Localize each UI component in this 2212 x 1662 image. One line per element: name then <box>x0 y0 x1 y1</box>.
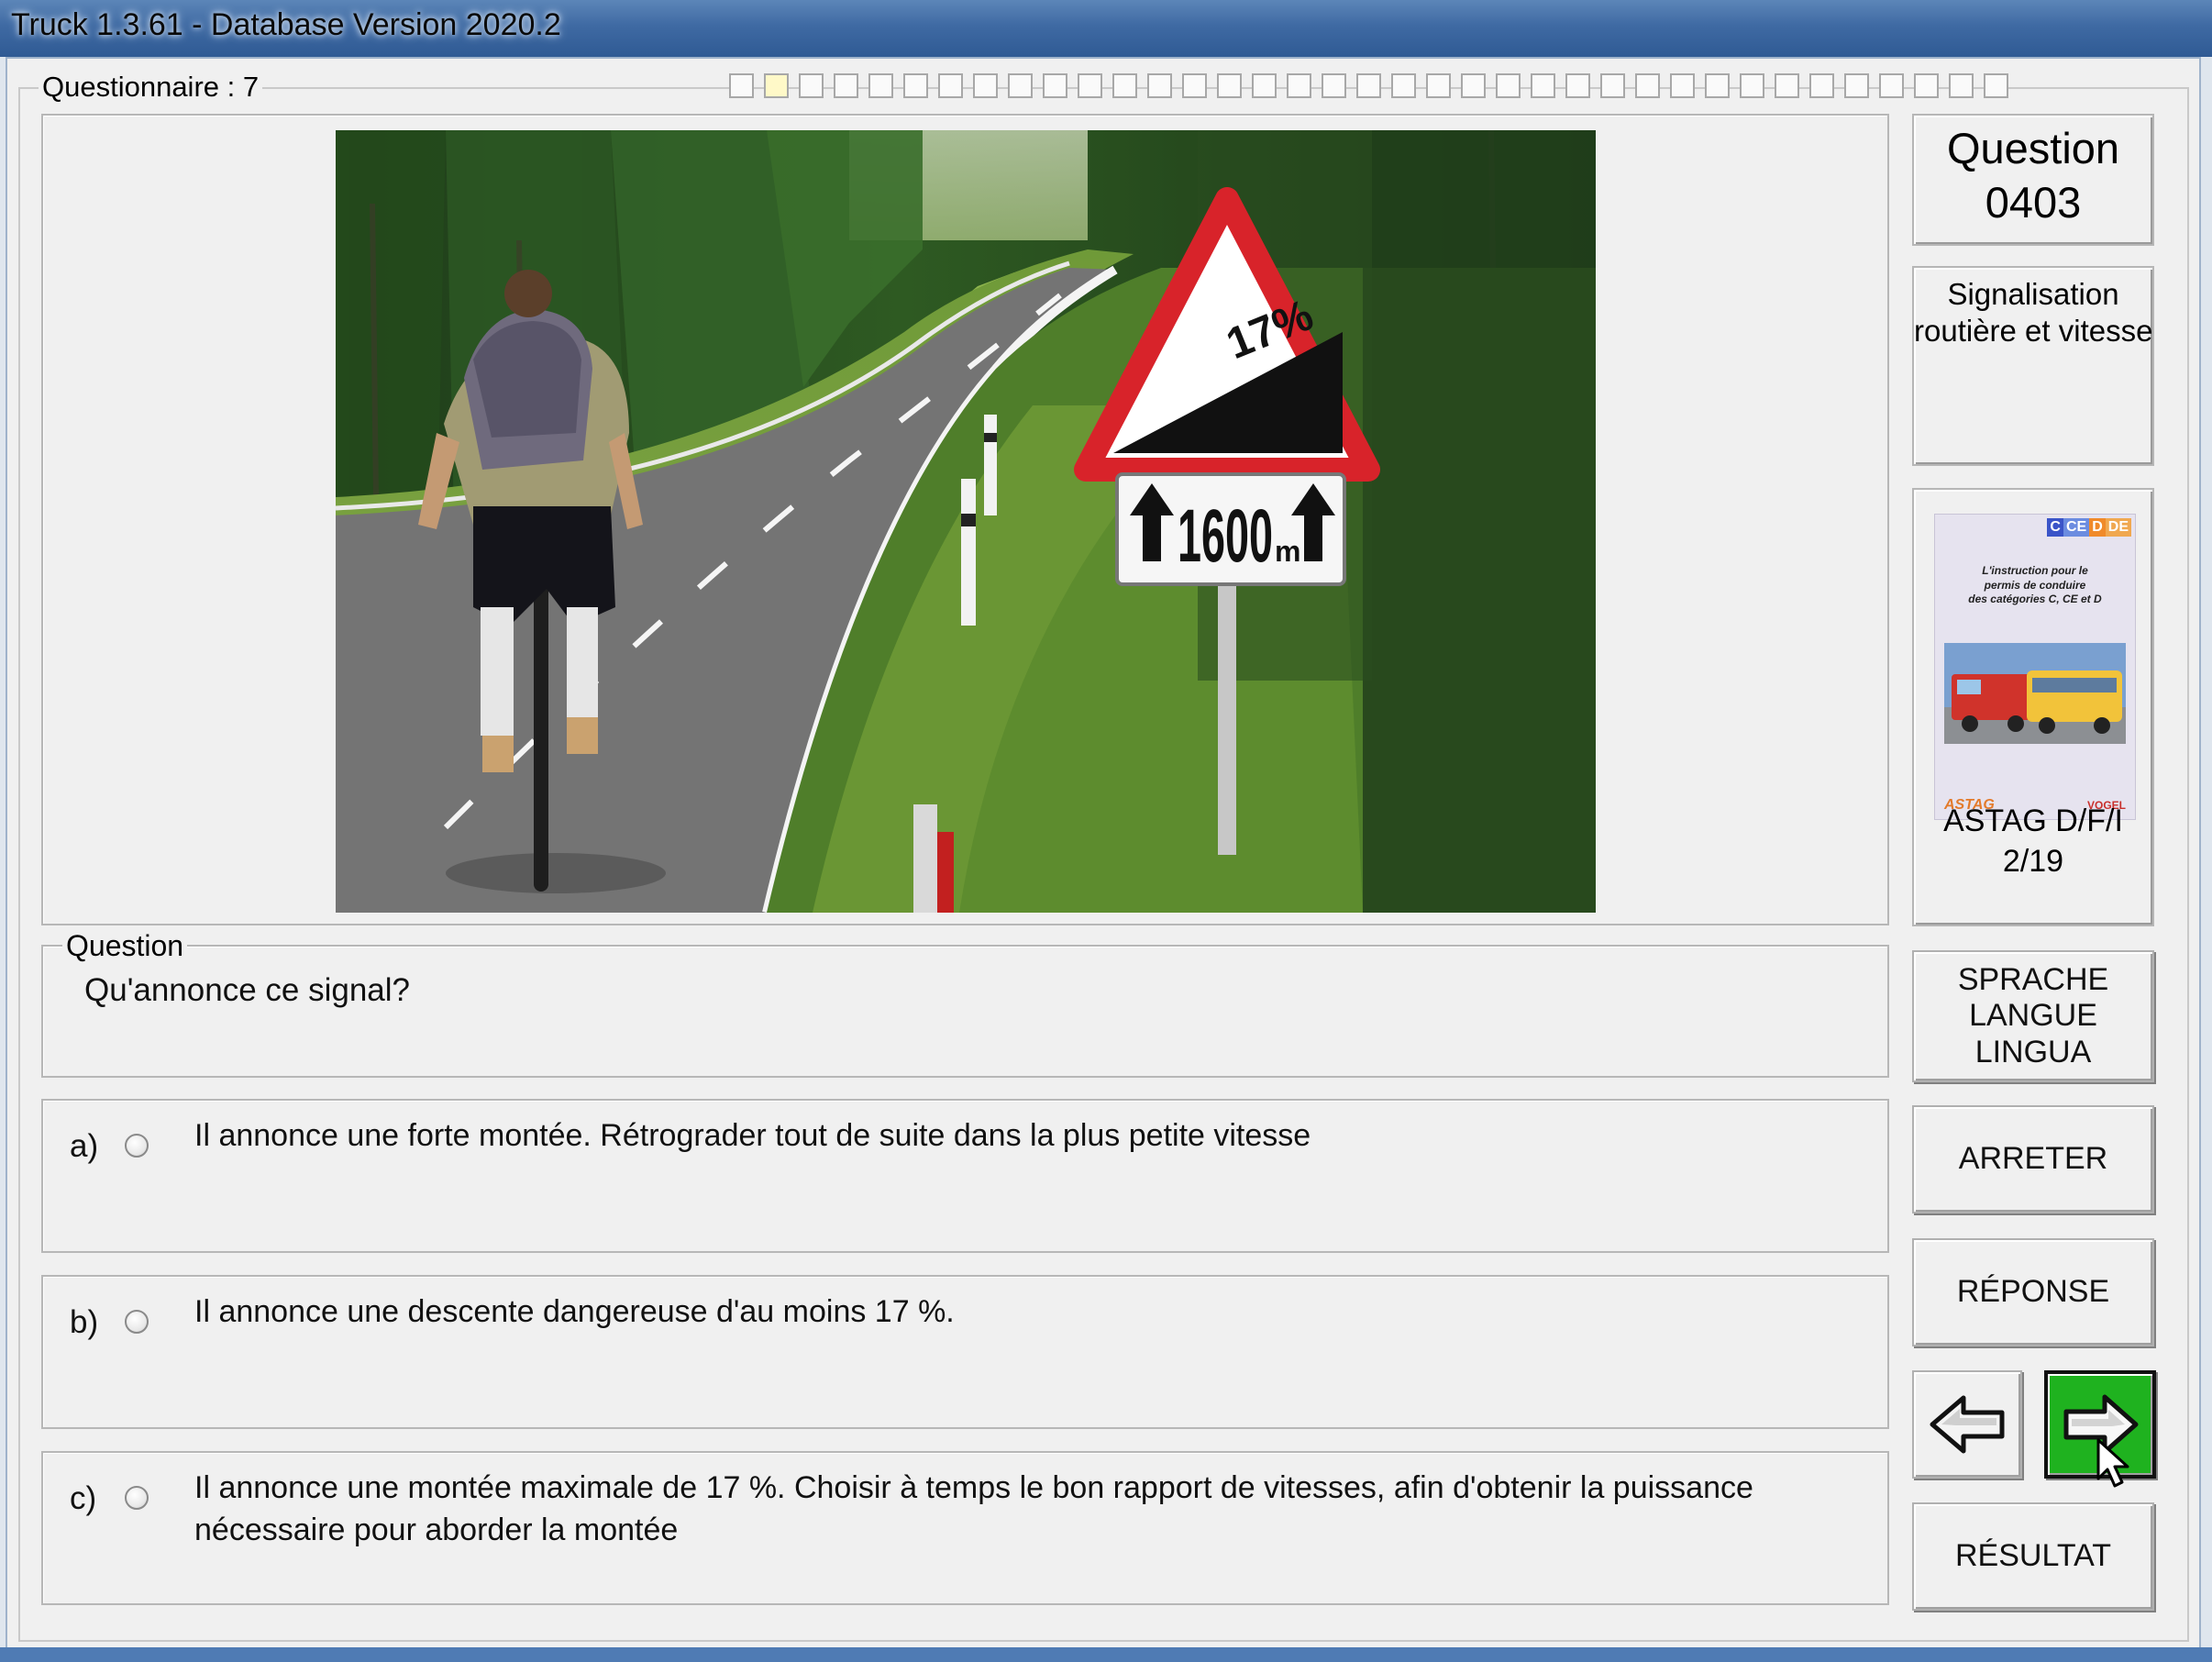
answer-button[interactable]: RÉPONSE <box>1912 1238 2154 1346</box>
question-number-panel: Question 0403 <box>1912 114 2154 246</box>
sign-unit-text: m <box>1275 535 1300 568</box>
progress-cell <box>1426 73 1451 98</box>
progress-cell <box>1252 73 1277 98</box>
question-legend: Question <box>62 929 188 963</box>
progress-cell <box>1809 73 1834 98</box>
previous-button[interactable] <box>1912 1370 2022 1479</box>
progress-cell <box>1600 73 1625 98</box>
sign-distance-text: 1600 <box>1178 494 1273 578</box>
progress-cell <box>1565 73 1590 98</box>
book-badges: C CE D DE <box>2047 518 2131 537</box>
result-button[interactable]: RÉSULTAT <box>1912 1502 2154 1611</box>
question-number: 0403 <box>1985 178 2082 227</box>
progress-cell <box>799 73 824 98</box>
answer-c-radio[interactable] <box>125 1486 149 1510</box>
progress-cell <box>1670 73 1695 98</box>
title-bar: Truck 1.3.61 - Database Version 2020.2 <box>0 0 2212 57</box>
progress-cell <box>973 73 998 98</box>
language-button-line1: SPRACHE <box>1957 962 2109 998</box>
question-photo: 17% 1600 m <box>336 130 1596 913</box>
progress-cell <box>1496 73 1521 98</box>
window-title: Truck 1.3.61 - Database Version 2020.2 <box>11 7 561 42</box>
progress-cell <box>1287 73 1311 98</box>
category-panel: Signalisation routière et vitesse <box>1912 266 2154 466</box>
progress-cell <box>834 73 858 98</box>
progress-cell <box>1147 73 1172 98</box>
book-cover-text: L'instruction pour le permis de conduire… <box>1968 564 2102 606</box>
progress-cell <box>1391 73 1416 98</box>
progress-cell <box>1635 73 1660 98</box>
questionnaire-line <box>271 87 724 89</box>
progress-cell <box>1844 73 1869 98</box>
progress-cell <box>1078 73 1102 98</box>
progress-cell <box>1879 73 1904 98</box>
progress-cell <box>938 73 963 98</box>
progress-cell <box>1461 73 1486 98</box>
answer-c-letter: c) <box>70 1480 97 1516</box>
progress-cell <box>1984 73 2008 98</box>
progress-cell <box>1949 73 1974 98</box>
progress-cell <box>1914 73 1939 98</box>
progress-cell <box>1217 73 1242 98</box>
answer-a-radio[interactable] <box>125 1134 149 1158</box>
book-cover: C CE D DE L'instruction pour le permis d… <box>1934 514 2136 820</box>
answer-c-text[interactable]: Il annonce une montée maximale de 17 %. … <box>194 1468 1864 1552</box>
progress-cell <box>764 73 789 98</box>
language-button-line3: LINGUA <box>1974 1034 2092 1069</box>
answer-b-radio[interactable] <box>125 1310 149 1334</box>
question-label: Question <box>1946 124 2120 172</box>
question-progress-bar <box>729 73 2018 101</box>
book-caption-line1: ASTAG D/F/I <box>1943 803 2123 838</box>
book-panel: C CE D DE L'instruction pour le permis d… <box>1912 488 2154 926</box>
progress-cell <box>1531 73 1555 98</box>
progress-cell <box>729 73 754 98</box>
mouse-cursor-icon <box>2096 1438 2129 1488</box>
category-line1: Signalisation <box>1947 277 2119 311</box>
progress-cell <box>868 73 893 98</box>
answer-b-text[interactable]: Il annonce une descente dangereuse d'au … <box>194 1291 1864 1334</box>
answer-a-text[interactable]: Il annonce une forte montée. Rétrograder… <box>194 1115 1864 1158</box>
answer-a-letter: a) <box>70 1128 99 1164</box>
question-box <box>41 945 1889 1078</box>
book-caption-line2: 2/19 <box>2002 844 2064 879</box>
stop-button[interactable]: ARRETER <box>1912 1105 2154 1213</box>
category-line2: routière et vitesse <box>1914 314 2153 348</box>
progress-cell <box>1322 73 1346 98</box>
progress-cell <box>1043 73 1067 98</box>
answer-b-letter: b) <box>70 1304 99 1340</box>
progress-cell <box>903 73 928 98</box>
progress-cell <box>1112 73 1137 98</box>
progress-cell <box>1008 73 1033 98</box>
language-button-line2: LANGUE <box>1969 998 2097 1034</box>
progress-cell <box>1740 73 1764 98</box>
language-button[interactable]: SPRACHE LANGUE LINGUA <box>1912 950 2154 1082</box>
question-text: Qu'annonce ce signal? <box>84 972 410 1008</box>
progress-cell <box>1182 73 1207 98</box>
window-bottom-border <box>0 1647 2212 1662</box>
questionnaire-label: Questionnaire : 7 <box>39 71 263 104</box>
left-arrow-icon <box>1930 1395 2005 1454</box>
progress-cell <box>1705 73 1730 98</box>
progress-cell <box>1356 73 1381 98</box>
book-cover-photo <box>1944 643 2126 744</box>
progress-cell <box>1775 73 1799 98</box>
